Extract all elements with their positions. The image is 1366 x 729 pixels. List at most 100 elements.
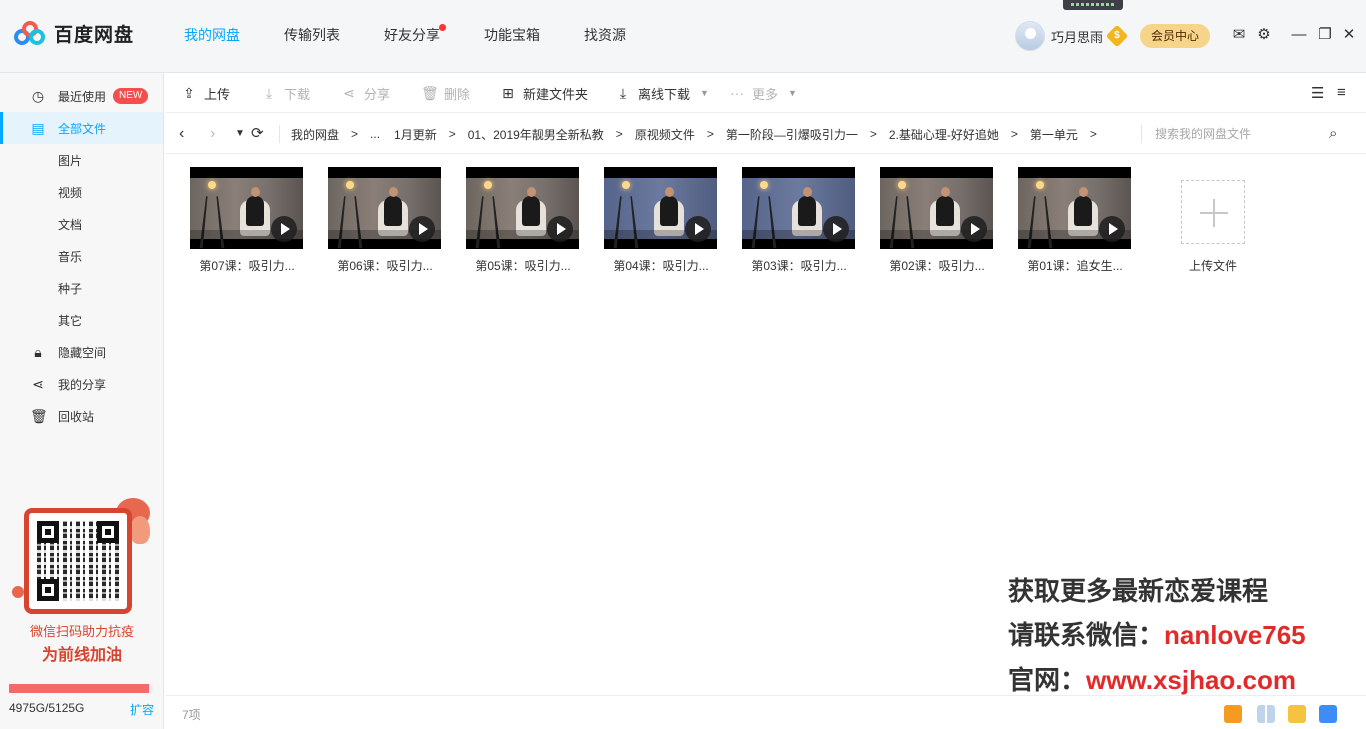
tab-toolbox[interactable]: 功能宝箱 bbox=[484, 0, 540, 73]
minimize-icon[interactable]: — bbox=[1290, 26, 1308, 44]
video-thumbnail[interactable] bbox=[742, 167, 855, 249]
forward-icon[interactable]: › bbox=[210, 114, 215, 154]
upload-file-tile[interactable] bbox=[1181, 180, 1245, 244]
video-thumbnail[interactable] bbox=[1018, 167, 1131, 249]
video-thumbnail[interactable] bbox=[190, 167, 303, 249]
breadcrumb-item[interactable]: 2.基础心理-好好追她 bbox=[889, 126, 999, 143]
file-name[interactable]: 第02课：吸引力... bbox=[872, 257, 1002, 274]
breadcrumb-item[interactable]: 第一阶段—引爆吸引力一 bbox=[726, 126, 858, 143]
video-thumbnail[interactable] bbox=[604, 167, 717, 249]
sidebar-item-label: 隐藏空间 bbox=[58, 345, 107, 360]
app-name: 百度网盘 bbox=[54, 25, 135, 46]
breadcrumb-item[interactable]: 01、2019年靓男全新私教 bbox=[468, 126, 604, 143]
breadcrumb-item-current[interactable]: 第一单元 bbox=[1030, 126, 1078, 143]
sidebar-item-torrents[interactable]: 种子 bbox=[0, 272, 163, 304]
play-icon[interactable] bbox=[961, 216, 987, 242]
breadcrumb-ellipsis[interactable]: ... bbox=[370, 127, 380, 141]
sidebar-item-recycle-bin[interactable]: 🗑︎ 回收站 bbox=[0, 400, 163, 432]
user-info[interactable]: 巧月思雨 $ bbox=[1015, 21, 1129, 51]
sidebar-item-hidden-space[interactable]: 🔒︎ 隐藏空间 bbox=[0, 336, 163, 368]
play-icon[interactable] bbox=[271, 216, 297, 242]
sort-icon[interactable]: ☰ bbox=[1311, 84, 1324, 102]
gear-icon[interactable]: ⚙ bbox=[1255, 26, 1273, 44]
play-icon[interactable] bbox=[823, 216, 849, 242]
lamp-shape bbox=[760, 181, 768, 189]
file-name[interactable]: 第06课：吸引力... bbox=[320, 257, 450, 274]
avatar[interactable] bbox=[1015, 21, 1045, 51]
file-name[interactable]: 第05课：吸引力... bbox=[458, 257, 588, 274]
tripod-shape bbox=[751, 196, 777, 248]
tab-my-netdisk[interactable]: 我的网盘 bbox=[184, 0, 240, 73]
download-button[interactable]: ⤓ 下载 bbox=[261, 74, 310, 112]
history-dropdown-icon[interactable]: ▼ bbox=[235, 114, 245, 154]
sidebar-item-images[interactable]: 图片 bbox=[0, 144, 163, 176]
download-icon: ⤓ bbox=[265, 84, 273, 101]
upload-button[interactable]: ⇪ 上传 bbox=[181, 74, 230, 112]
play-icon[interactable] bbox=[409, 216, 435, 242]
activity-icon[interactable] bbox=[1224, 705, 1242, 723]
app-logo[interactable]: 百度网盘 bbox=[14, 20, 134, 47]
close-icon[interactable]: ✕ bbox=[1340, 26, 1358, 44]
file-name[interactable]: 第04课：吸引力... bbox=[596, 257, 726, 274]
view-mode-icon[interactable]: ≡ bbox=[1337, 84, 1346, 101]
restore-icon[interactable]: ❐ bbox=[1316, 26, 1334, 44]
video-thumbnail[interactable] bbox=[328, 167, 441, 249]
new-folder-button[interactable]: ⊞ 新建文件夹 bbox=[500, 74, 588, 112]
sidebar-item-label: 全部文件 bbox=[58, 121, 107, 136]
chevron-down-icon: ▼ bbox=[788, 88, 797, 98]
mail-icon[interactable]: ✉ bbox=[1230, 26, 1248, 44]
apps-icon[interactable] bbox=[1257, 705, 1275, 723]
offline-download-icon: ⤓ bbox=[619, 84, 627, 101]
delete-button[interactable]: 🗑︎ 删除 bbox=[421, 74, 470, 112]
promo-banner[interactable]: 微信扫码助力抗疫 为前线加油 bbox=[8, 498, 156, 668]
video-thumbnail[interactable] bbox=[466, 167, 579, 249]
offline-download-button[interactable]: ⤓ 离线下载 ▼ bbox=[615, 74, 709, 112]
file-name[interactable]: 第03课：吸引力... bbox=[734, 257, 864, 274]
search-icon[interactable]: ⌕ bbox=[1329, 125, 1337, 142]
user-name[interactable]: 巧月思雨 bbox=[1051, 27, 1103, 46]
back-icon[interactable]: ‹ bbox=[179, 114, 184, 154]
clock-icon: ◷ bbox=[31, 88, 45, 104]
sidebar-item-all-files[interactable]: ▤ 全部文件 bbox=[0, 112, 163, 144]
upload-icon: ⇪ bbox=[183, 84, 195, 101]
watermark-overlay: 获取更多最新恋爱课程 请联系微信：nanlove765 官网：www.xsjha… bbox=[952, 563, 1342, 695]
sidebar-item-other[interactable]: 其它 bbox=[0, 304, 163, 336]
tripod-shape bbox=[475, 196, 501, 248]
tab-transfer-list[interactable]: 传输列表 bbox=[284, 0, 340, 73]
breadcrumb-item[interactable]: 原视频文件 bbox=[635, 126, 695, 143]
breadcrumb-item[interactable]: 1月更新 bbox=[394, 126, 437, 143]
lock-icon[interactable] bbox=[1319, 705, 1337, 723]
sidebar-item-label: 文档 bbox=[58, 217, 83, 232]
transfer-icon[interactable] bbox=[1288, 705, 1306, 723]
storage-quota-bar bbox=[9, 684, 153, 693]
breadcrumb-bar: ‹ › ▼ ⟳ 我的网盘 > ... 1月更新 > 01、2019年靓男全新私教 > … bbox=[165, 114, 1366, 154]
breadcrumb-item[interactable]: 我的网盘 bbox=[291, 126, 339, 143]
file-name[interactable]: 第01课：追女生... bbox=[1010, 257, 1140, 274]
more-button[interactable]: ··· 更多 ▼ bbox=[729, 74, 797, 112]
sidebar-item-recent[interactable]: ◷ 最近使用 NEW bbox=[0, 80, 163, 112]
play-icon[interactable] bbox=[1099, 216, 1125, 242]
sidebar-item-videos[interactable]: 视频 bbox=[0, 176, 163, 208]
file-name[interactable]: 第07课：吸引力... bbox=[182, 257, 312, 274]
sidebar-item-music[interactable]: 音乐 bbox=[0, 240, 163, 272]
refresh-icon[interactable]: ⟳ bbox=[251, 114, 264, 154]
video-thumbnail[interactable] bbox=[880, 167, 993, 249]
sidebar-item-my-shares[interactable]: ⋖ 我的分享 bbox=[0, 368, 163, 400]
tripod-shape bbox=[337, 196, 363, 248]
watermark-line-3: 官网：www.xsjhao.com bbox=[1008, 665, 1296, 695]
search-input[interactable] bbox=[1155, 122, 1335, 146]
expand-storage-link[interactable]: 扩容 bbox=[130, 701, 154, 718]
member-center-button[interactable]: 会员中心 bbox=[1140, 24, 1210, 48]
baidu-netdisk-logo-icon bbox=[14, 20, 46, 47]
share-icon: ⋖ bbox=[32, 376, 44, 392]
play-icon[interactable] bbox=[685, 216, 711, 242]
play-icon[interactable] bbox=[547, 216, 573, 242]
tab-friend-share[interactable]: 好友分享 bbox=[384, 0, 446, 73]
person-shape bbox=[798, 187, 816, 226]
tab-find-resources[interactable]: 找资源 bbox=[584, 0, 626, 73]
lock-icon: 🔒︎ bbox=[34, 344, 42, 360]
sidebar-item-docs[interactable]: 文档 bbox=[0, 208, 163, 240]
tripod-shape bbox=[199, 196, 225, 248]
share-button[interactable]: ⋖ 分享 bbox=[341, 74, 390, 112]
watermark-line-1: 获取更多最新恋爱课程 bbox=[1008, 576, 1269, 606]
